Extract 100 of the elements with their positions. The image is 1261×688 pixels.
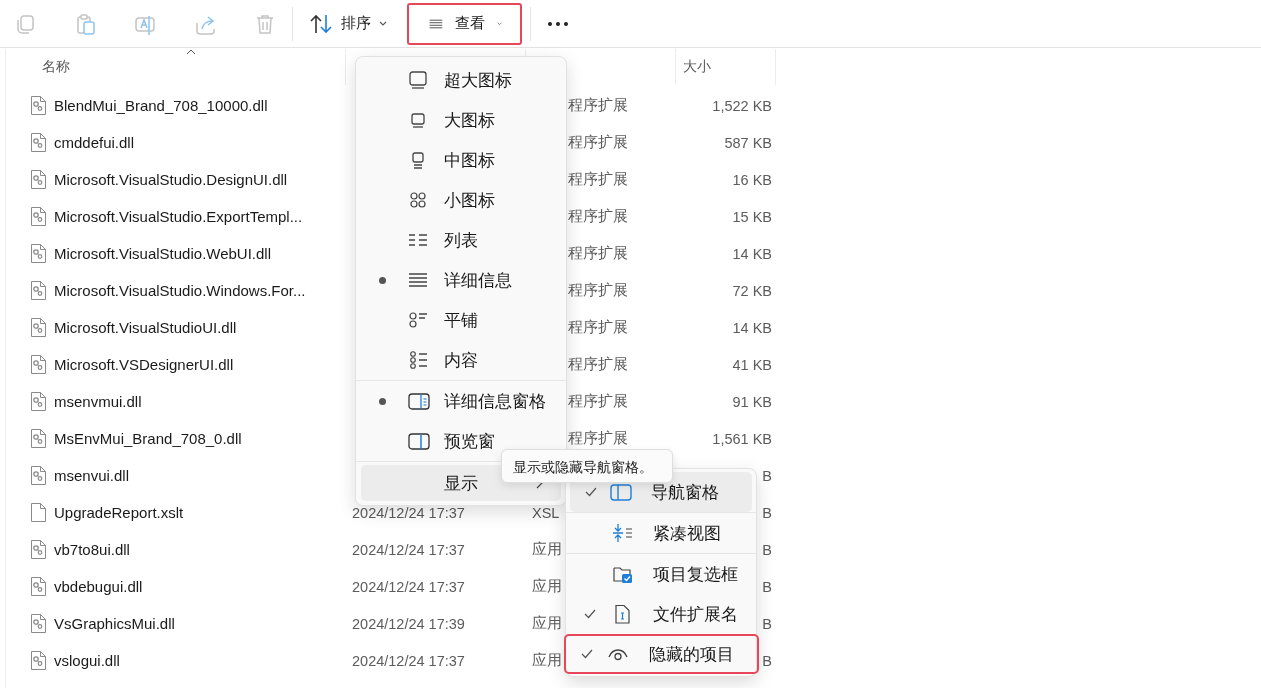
gear-file-icon bbox=[30, 391, 47, 412]
preview-pane-icon bbox=[408, 431, 430, 451]
file-name[interactable]: UpgradeReport.xslt bbox=[54, 504, 184, 521]
gear-file-icon bbox=[30, 317, 47, 338]
gear-file-icon bbox=[30, 539, 47, 560]
small-icons-icon bbox=[408, 190, 428, 210]
file-name[interactable]: Microsoft.VisualStudio.DesignUI.dll bbox=[54, 171, 288, 188]
more-icon bbox=[547, 20, 569, 27]
column-header[interactable]: 大小 bbox=[676, 49, 776, 85]
size-cell: 1,522 KB bbox=[712, 97, 772, 114]
size-cell: B bbox=[762, 541, 772, 558]
menu-item[interactable]: 详细信息窗格 bbox=[356, 381, 566, 421]
type-cell: 应用 bbox=[532, 577, 562, 596]
menu-item[interactable]: 隐藏的项目 bbox=[564, 634, 759, 674]
gear-file-icon bbox=[30, 169, 47, 190]
file-name[interactable]: Microsoft.VisualStudio.ExportTempl... bbox=[54, 208, 303, 225]
size-cell: B bbox=[762, 467, 772, 484]
menu-item[interactable]: 平铺 bbox=[356, 300, 566, 340]
type-cell: 程序扩展 bbox=[568, 429, 628, 448]
file-name[interactable]: vbdebugui.dll bbox=[54, 578, 143, 595]
sort-button[interactable]: 排序 bbox=[299, 2, 397, 45]
size-cell: B bbox=[762, 578, 772, 595]
caret-icon bbox=[496, 20, 502, 27]
gear-file-icon bbox=[30, 95, 47, 116]
size-cell: B bbox=[762, 504, 772, 521]
type-cell: 程序扩展 bbox=[568, 318, 628, 337]
type-cell: 应用 bbox=[532, 651, 562, 670]
gear-file-icon bbox=[30, 576, 47, 597]
menu-item[interactable]: 列表 bbox=[356, 220, 566, 260]
copy-icon bbox=[14, 12, 36, 35]
sort-icon bbox=[309, 12, 333, 35]
compact-view-icon bbox=[612, 523, 634, 543]
gear-file-icon bbox=[30, 206, 47, 227]
file-name[interactable]: Microsoft.VisualStudio.WebUI.dll bbox=[54, 245, 272, 262]
type-cell: XSL bbox=[532, 504, 560, 521]
gear-file-icon bbox=[30, 613, 47, 634]
size-cell: 1,561 KB bbox=[712, 430, 772, 447]
extra-large-icons-icon bbox=[408, 70, 428, 90]
size-cell: 15 KB bbox=[732, 208, 772, 225]
menu-item[interactable]: 紧凑视图 bbox=[566, 513, 756, 553]
view-button[interactable]: 查看 bbox=[407, 2, 522, 45]
date-cell: 2024/12/24 17:37 bbox=[352, 504, 465, 521]
file-name[interactable]: msenvui.dll bbox=[54, 467, 130, 484]
size-cell: 14 KB bbox=[732, 319, 772, 336]
type-cell: 程序扩展 bbox=[568, 207, 628, 226]
type-cell: 应用 bbox=[532, 540, 562, 559]
menu-item[interactable]: 文件扩展名 bbox=[566, 594, 756, 634]
file-name[interactable]: VsGraphicsMui.dll bbox=[54, 615, 175, 632]
type-cell: 程序扩展 bbox=[568, 281, 628, 300]
size-cell: 41 KB bbox=[732, 356, 772, 373]
details-icon bbox=[408, 270, 428, 290]
check-icon bbox=[584, 609, 596, 619]
menu-item[interactable]: 超大图标 bbox=[356, 60, 566, 100]
check-icon bbox=[585, 487, 597, 497]
file-name[interactable]: Microsoft.VisualStudioUI.dll bbox=[54, 319, 237, 336]
gear-file-icon bbox=[30, 132, 47, 153]
menu-item[interactable]: 中图标 bbox=[356, 140, 566, 180]
large-icons-icon bbox=[408, 110, 428, 130]
file-name[interactable]: vslogui.dll bbox=[54, 652, 120, 669]
gear-file-icon bbox=[30, 428, 47, 449]
gear-file-icon bbox=[30, 650, 47, 671]
menu-item[interactable]: 项目复选框 bbox=[566, 554, 756, 594]
file-name[interactable]: cmddefui.dll bbox=[54, 134, 135, 151]
file-name[interactable]: BlendMui_Brand_708_10000.dll bbox=[54, 97, 268, 114]
type-cell: 程序扩展 bbox=[568, 133, 628, 152]
file-name[interactable]: Microsoft.VSDesignerUI.dll bbox=[54, 356, 234, 373]
gear-file-icon bbox=[30, 465, 47, 486]
file-icon bbox=[30, 502, 47, 523]
type-cell: 程序扩展 bbox=[568, 355, 628, 374]
type-cell: 程序扩展 bbox=[568, 244, 628, 263]
file-name[interactable]: Microsoft.VisualStudio.Windows.For... bbox=[54, 282, 306, 299]
size-cell: 16 KB bbox=[732, 171, 772, 188]
menu-item[interactable]: 大图标 bbox=[356, 100, 566, 140]
content-icon bbox=[408, 350, 428, 370]
type-cell: 程序扩展 bbox=[568, 392, 628, 411]
delete-icon bbox=[254, 12, 276, 35]
date-cell: 2024/12/24 17:37 bbox=[352, 578, 465, 595]
size-cell: 14 KB bbox=[732, 245, 772, 262]
menu-item[interactable]: 内容 bbox=[356, 340, 566, 380]
size-cell: B bbox=[762, 652, 772, 669]
column-header[interactable]: 名称 bbox=[6, 49, 346, 85]
gear-file-icon bbox=[30, 354, 47, 375]
type-cell: 程序扩展 bbox=[568, 170, 628, 189]
size-cell: 91 KB bbox=[732, 393, 772, 410]
check-icon bbox=[581, 649, 593, 659]
details-pane-icon bbox=[408, 391, 430, 411]
folder-checkbox-icon bbox=[612, 564, 634, 584]
file-name[interactable]: MsEnvMui_Brand_708_0.dll bbox=[54, 430, 242, 447]
file-name[interactable]: vb7to8ui.dll bbox=[54, 541, 130, 558]
file-name[interactable]: msenvmui.dll bbox=[54, 393, 142, 410]
type-cell: 程序扩展 bbox=[568, 96, 628, 115]
size-cell: B bbox=[762, 615, 772, 632]
menu-item[interactable]: 小图标 bbox=[356, 180, 566, 220]
paste-icon bbox=[74, 12, 96, 35]
tiles-icon bbox=[408, 310, 428, 330]
menu-item[interactable]: 详细信息 bbox=[356, 260, 566, 300]
type-cell: 应用 bbox=[532, 614, 562, 633]
size-cell: 587 KB bbox=[724, 134, 772, 151]
date-cell: 2024/12/24 17:37 bbox=[352, 541, 465, 558]
gear-file-icon bbox=[30, 280, 47, 301]
